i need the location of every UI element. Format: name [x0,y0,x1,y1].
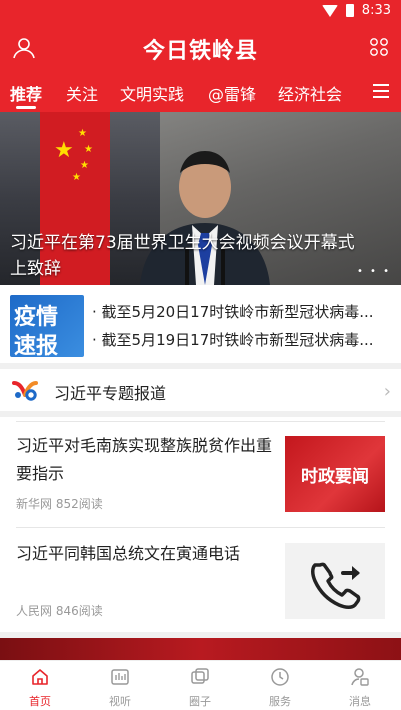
banner-pager: • • • [356,266,391,277]
article-meta: 人民网 846阅读 [16,604,103,618]
tab-follow[interactable]: 关注 [66,81,98,105]
bottom-navigation: 首页 视听 圈子 服务 消息 [0,660,401,710]
nav-label: 首页 [29,695,51,708]
apps-grid-icon[interactable] [369,37,389,57]
epidemic-ticker: 疫情 速报 · 截至5月20日17时铁岭市新型冠状病毒... · 截至5月19日… [0,285,401,363]
status-time: 8:33 [361,3,391,18]
thumbnail-label: 时政要闻 [301,466,369,487]
nav-label: 视听 [109,695,131,708]
channel-tabs: 推荐 关注 文明实践 @雷锋 经济社会 [0,70,401,112]
article-meta: 新华网 852阅读 [16,497,103,511]
wifi-icon [321,4,338,17]
nav-service[interactable]: 服务 [240,667,320,709]
nav-media[interactable]: 视听 [80,667,160,709]
message-icon [351,668,369,686]
tab-civilization[interactable]: 文明实践 [120,81,184,105]
tab-recommend[interactable]: 推荐 [10,81,42,105]
special-report-row[interactable]: 习近平专题报道 › [0,369,401,411]
chevron-right-icon: › [383,381,391,402]
active-tab-indicator [16,106,36,109]
home-icon [32,669,48,685]
nav-home[interactable]: 首页 [0,667,80,709]
nav-label: 服务 [269,695,291,708]
banner-caption: 习近平在第73届世界卫生大会视频会议开幕式上致辞 [10,233,355,279]
menu-icon[interactable] [373,84,389,98]
ticker-item[interactable]: · 截至5月19日17时铁岭市新型冠状病毒... [92,329,392,350]
row-separator [16,421,385,422]
article-title: 习近平同韩国总统文在寅通电话 [16,544,241,563]
section-divider [0,411,401,417]
logo-line1: 疫情 [14,305,59,330]
hero-banner[interactable]: ★ ★ ★ ★ ★ 习近平在第73届世界卫生大会视频会议开幕式上致辞 • • • [0,112,401,285]
battery-icon [345,4,354,17]
tab-economy[interactable]: 经济社会 [278,81,342,105]
app-header: 今日铁岭县 [0,24,401,70]
article-thumbnail [285,543,385,619]
tab-leifeng[interactable]: @雷锋 [208,81,256,105]
special-report-icon [12,381,38,401]
clock-icon [271,668,289,686]
phone-forward-icon [311,562,361,609]
promo-banner[interactable] [0,638,401,660]
special-report-label: 习近平专题报道 [54,384,167,403]
circle-icon [191,668,209,684]
status-bar: 8:33 [0,0,401,24]
media-icon [111,669,129,685]
nav-message[interactable]: 消息 [320,667,400,709]
nav-circle[interactable]: 圈子 [160,667,240,709]
app-logo-title: 今日铁岭县 [142,39,258,64]
article-title: 习近平对毛南族实现整族脱贫作出重要指示 [16,436,273,483]
nav-label: 圈子 [189,695,211,708]
nav-label: 消息 [349,695,371,708]
article-item[interactable]: 习近平对毛南族实现整族脱贫作出重要指示 新华网 852阅读 时政要闻 [0,432,401,526]
logo-line2: 速报 [14,334,59,359]
article-item[interactable]: 习近平同韩国总统文在寅通电话 人民网 846阅读 [0,540,401,630]
ticker-item[interactable]: · 截至5月20日17时铁岭市新型冠状病毒... [92,301,392,322]
article-thumbnail: 时政要闻 [285,436,385,512]
row-separator [16,527,385,528]
epidemic-report-logo[interactable]: 疫情 速报 [10,295,84,359]
